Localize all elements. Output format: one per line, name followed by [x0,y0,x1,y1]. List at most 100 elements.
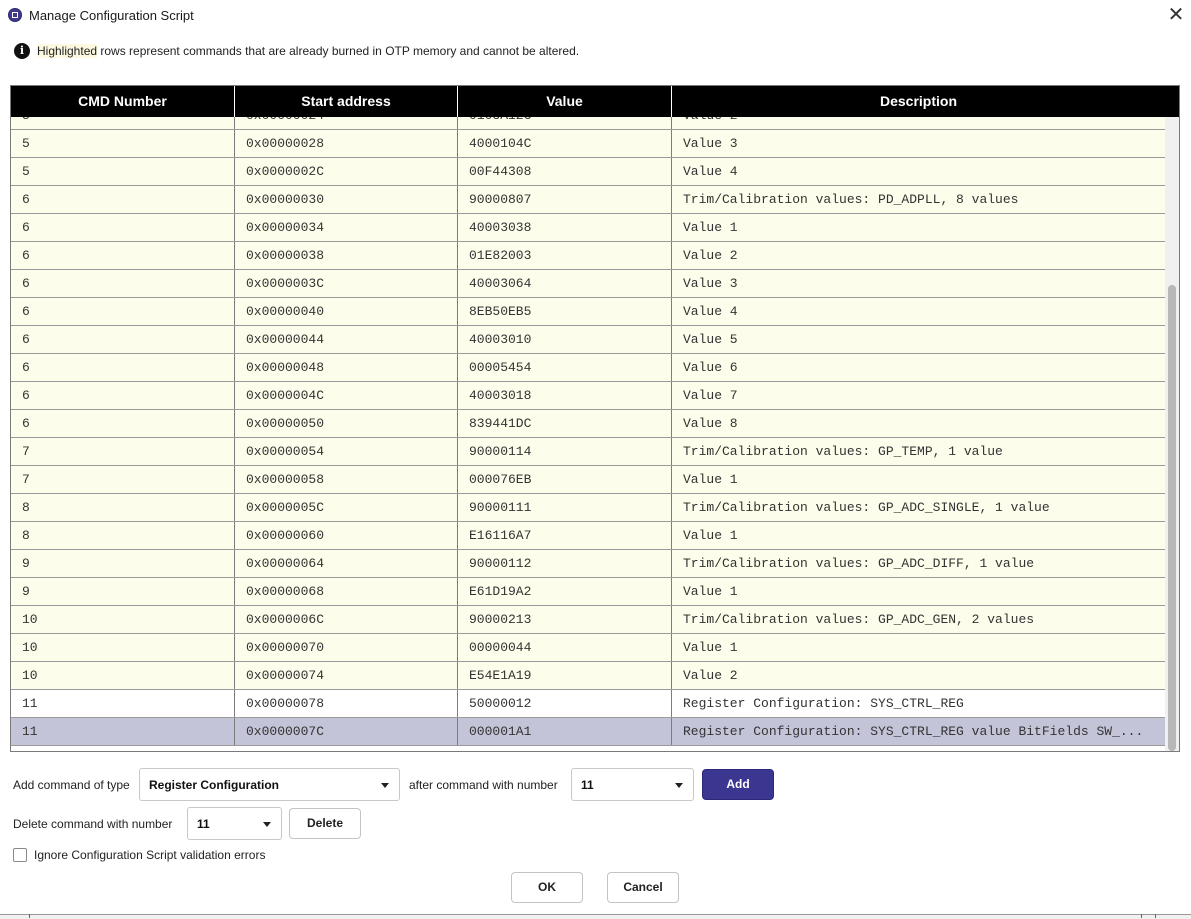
column-header-value[interactable]: Value [458,86,672,117]
table-row[interactable]: 10 0x00000074 E54E1A19 Value 2 [11,662,1165,690]
description-cell[interactable]: Value 2 [672,242,1165,269]
cmd-number-cell[interactable]: 7 [11,438,235,465]
table-row[interactable]: 6 0x00000034 40003038 Value 1 [11,214,1165,242]
cancel-button[interactable]: Cancel [607,872,679,903]
cmd-number-cell[interactable]: 8 [11,494,235,521]
description-cell[interactable]: Value 1 [672,522,1165,549]
value-cell[interactable]: 8EB50EB5 [458,298,672,325]
cmd-number-cell[interactable]: 8 [11,522,235,549]
close-icon[interactable]: ✕ [1165,4,1187,26]
start-address-cell[interactable]: 0x00000050 [235,410,458,437]
value-cell[interactable]: 50000012 [458,690,672,717]
start-address-cell[interactable]: 0x00000024 [235,117,458,129]
description-cell[interactable]: Value 1 [672,634,1165,661]
value-cell[interactable]: 40003018 [458,382,672,409]
ignore-errors-checkbox[interactable] [13,848,27,862]
value-cell[interactable]: E16116A7 [458,522,672,549]
cmd-number-cell[interactable]: 6 [11,186,235,213]
value-cell[interactable]: 90000112 [458,550,672,577]
cmd-number-cell[interactable]: 5 [11,117,235,129]
description-cell[interactable]: Value 1 [672,214,1165,241]
start-address-cell[interactable]: 0x0000005C [235,494,458,521]
description-cell[interactable]: Trim/Calibration values: GP_ADC_DIFF, 1 … [672,550,1165,577]
start-address-cell[interactable]: 0x0000004C [235,382,458,409]
description-cell[interactable]: Value 3 [672,130,1165,157]
description-cell[interactable]: Value 7 [672,382,1165,409]
cmd-number-cell[interactable]: 10 [11,634,235,661]
value-cell[interactable]: 90000807 [458,186,672,213]
table-row[interactable]: 7 0x00000058 000076EB Value 1 [11,466,1165,494]
start-address-cell[interactable]: 0x00000064 [235,550,458,577]
table-row[interactable]: 8 0x0000005C 90000111 Trim/Calibration valu… [11,494,1165,522]
description-cell[interactable]: Register Configuration: SYS_CTRL_REG [672,690,1165,717]
cmd-number-cell[interactable]: 9 [11,550,235,577]
scrollbar-thumb[interactable] [1168,285,1176,751]
table-row[interactable]: 10 0x0000006C 90000213 Trim/Calibration val… [11,606,1165,634]
description-cell[interactable]: Value 4 [672,158,1165,185]
start-address-cell[interactable]: 0x00000034 [235,214,458,241]
description-cell[interactable]: Value 1 [672,578,1165,605]
description-cell[interactable]: Value 2 [672,662,1165,689]
start-address-cell[interactable]: 0x00000028 [235,130,458,157]
description-cell[interactable]: Value 8 [672,410,1165,437]
start-address-cell[interactable]: 0x00000078 [235,690,458,717]
value-cell[interactable]: 90000114 [458,438,672,465]
cmd-number-cell[interactable]: 6 [11,410,235,437]
start-address-cell[interactable]: 0x00000068 [235,578,458,605]
start-address-cell[interactable]: 0x0000007C [235,718,458,745]
vertical-scrollbar[interactable] [1165,117,1179,751]
table-row[interactable]: 6 0x0000004C 40003018 Value 7 [11,382,1165,410]
description-cell[interactable]: Trim/Calibration values: PD_ADPLL, 8 val… [672,186,1165,213]
table-row[interactable]: 11 0x00000078 50000012 Register Configurati… [11,690,1165,718]
value-cell[interactable]: 00005454 [458,354,672,381]
value-cell[interactable]: 40003010 [458,326,672,353]
cmd-number-cell[interactable]: 6 [11,326,235,353]
table-row[interactable]: 6 0x00000038 01E82003 Value 2 [11,242,1165,270]
cmd-number-cell[interactable]: 9 [11,578,235,605]
cmd-number-cell[interactable]: 5 [11,158,235,185]
start-address-cell[interactable]: 0x00000058 [235,466,458,493]
table-row[interactable]: 8 0x00000060 E16116A7 Value 1 [11,522,1165,550]
value-cell[interactable]: 00F44308 [458,158,672,185]
cmd-number-cell[interactable]: 6 [11,382,235,409]
cmd-number-cell[interactable]: 6 [11,270,235,297]
cmd-number-cell[interactable]: 10 [11,606,235,633]
table-row[interactable]: 6 0x00000048 00005454 Value 6 [11,354,1165,382]
start-address-cell[interactable]: 0x00000040 [235,298,458,325]
cmd-number-cell[interactable]: 11 [11,718,235,745]
start-address-cell[interactable]: 0x00000074 [235,662,458,689]
cmd-number-cell[interactable]: 5 [11,130,235,157]
cmd-number-cell[interactable]: 6 [11,242,235,269]
table-row[interactable]: 6 0x00000040 8EB50EB5 Value 4 [11,298,1165,326]
start-address-cell[interactable]: 0x00000038 [235,242,458,269]
start-address-cell[interactable]: 0x0000002C [235,158,458,185]
start-address-cell[interactable]: 0x00000070 [235,634,458,661]
table-row[interactable]: 6 0x0000003C 40003064 Value 3 [11,270,1165,298]
value-cell[interactable]: 839441DC [458,410,672,437]
delete-button[interactable]: Delete [289,808,361,839]
ignore-errors-label[interactable]: Ignore Configuration Script validation e… [34,848,265,862]
delete-command-dropdown[interactable]: 11 [187,807,282,840]
description-cell[interactable]: Value 2 [672,117,1165,129]
cmd-number-cell[interactable]: 7 [11,466,235,493]
value-cell[interactable]: 000001A1 [458,718,672,745]
start-address-cell[interactable]: 0x00000054 [235,438,458,465]
table-row[interactable]: 10 0x00000070 00000044 Value 1 [11,634,1165,662]
add-button[interactable]: Add [702,769,774,800]
table-row[interactable]: 5 0x00000028 4000104C Value 3 [11,130,1165,158]
start-address-cell[interactable]: 0x00000060 [235,522,458,549]
value-cell[interactable]: 0103A12C [458,117,672,129]
start-address-cell[interactable]: 0x00000030 [235,186,458,213]
value-cell[interactable]: 00000044 [458,634,672,661]
value-cell[interactable]: 40003064 [458,270,672,297]
command-type-dropdown[interactable]: Register Configuration [139,768,400,801]
value-cell[interactable]: 90000111 [458,494,672,521]
table-row[interactable]: 6 0x00000050 839441DC Value 8 [11,410,1165,438]
cmd-number-cell[interactable]: 11 [11,690,235,717]
table-row[interactable]: 7 0x00000054 90000114 Trim/Calibration valu… [11,438,1165,466]
table-row[interactable]: 6 0x00000044 40003010 Value 5 [11,326,1165,354]
value-cell[interactable]: E61D19A2 [458,578,672,605]
value-cell[interactable]: 40003038 [458,214,672,241]
table-row[interactable]: 9 0x00000064 90000112 Trim/Calibration valu… [11,550,1165,578]
description-cell[interactable]: Value 4 [672,298,1165,325]
